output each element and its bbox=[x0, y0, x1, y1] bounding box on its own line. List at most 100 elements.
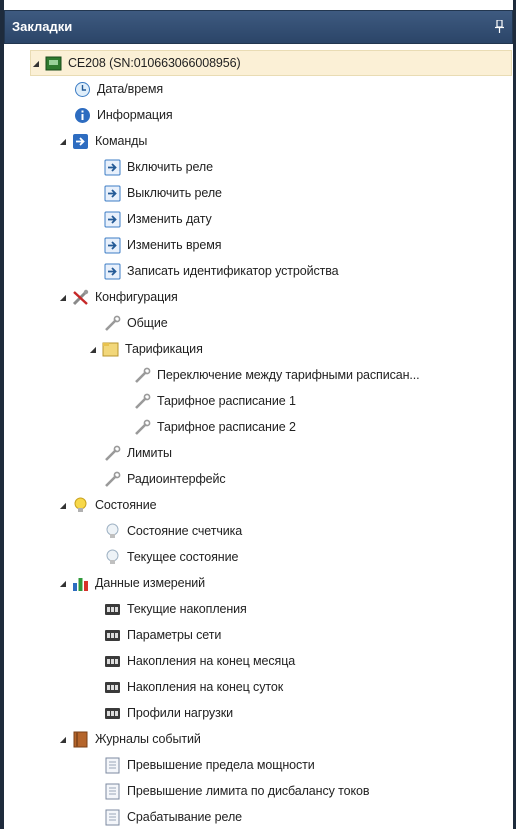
panel-titlebar: Закладки bbox=[4, 10, 513, 44]
document-icon bbox=[104, 783, 121, 800]
tree-item-label: Дата/время bbox=[97, 82, 164, 96]
tree-item-measurement[interactable]: Текущие накопления bbox=[104, 596, 247, 622]
collapse-arrow-icon[interactable]: ◢ bbox=[88, 344, 98, 354]
counter-display-icon bbox=[104, 627, 121, 644]
tree-item-label: Конфигурация bbox=[95, 290, 178, 304]
tree-item-label: Текущие накопления bbox=[127, 602, 247, 616]
tree-item-configuration[interactable]: ◢ Конфигурация bbox=[58, 284, 178, 310]
tree-item-command[interactable]: Выключить реле bbox=[104, 180, 222, 206]
tree-item-info[interactable]: Информация bbox=[74, 102, 173, 128]
tree-item-tariff[interactable]: Тарифное расписание 1 bbox=[134, 388, 296, 414]
tree-item-label: Изменить дату bbox=[127, 212, 212, 226]
bar-chart-icon bbox=[72, 575, 89, 592]
tools-icon bbox=[72, 289, 89, 306]
tree-item-label: Журналы событий bbox=[95, 732, 201, 746]
journal-book-icon bbox=[72, 731, 89, 748]
collapse-arrow-icon[interactable]: ◢ bbox=[58, 734, 68, 744]
tree-item-datetime[interactable]: Дата/время bbox=[74, 76, 163, 102]
tree-item-events[interactable]: ◢ Журналы событий bbox=[58, 726, 201, 752]
arrow-right-icon bbox=[104, 159, 121, 176]
lightbulb-icon bbox=[72, 497, 89, 514]
tree-item-command[interactable]: Изменить дату bbox=[104, 206, 212, 232]
wrench-icon bbox=[134, 367, 151, 384]
tree-item-label: Данные измерений bbox=[95, 576, 206, 590]
tree-item-label: Текущее состояние bbox=[127, 550, 239, 564]
tree-item-label: Параметры сети bbox=[127, 628, 222, 642]
lightbulb-off-icon bbox=[104, 523, 121, 540]
wrench-icon bbox=[104, 445, 121, 462]
tree-item-label: Изменить время bbox=[127, 238, 222, 252]
tree-item-label: Профили нагрузки bbox=[127, 706, 233, 720]
tree-item-label: Радиоинтерфейс bbox=[127, 472, 226, 486]
tree-item-label: CE208 (SN:010663066008956) bbox=[68, 56, 241, 70]
tree-item-measurement[interactable]: Накопления на конец месяца bbox=[104, 648, 295, 674]
bookmarks-panel: Закладки ◢ CE208 (SN:010663066008956) Да… bbox=[0, 0, 516, 829]
tree-item-label: Команды bbox=[95, 134, 148, 148]
counter-display-icon bbox=[104, 679, 121, 696]
arrow-right-icon bbox=[104, 237, 121, 254]
tree-item-measurement[interactable]: Профили нагрузки bbox=[104, 700, 233, 726]
tree-item-commands[interactable]: ◢ Команды bbox=[58, 128, 147, 154]
tree-item-event-log[interactable]: Превышение лимита по дисбалансу токов bbox=[104, 778, 369, 804]
folder-icon bbox=[102, 341, 119, 358]
tree-item-command[interactable]: Изменить время bbox=[104, 232, 221, 258]
tree-item-label: Записать идентификатор устройства bbox=[127, 264, 339, 278]
tree-item-config-limits[interactable]: Лимиты bbox=[104, 440, 172, 466]
collapse-arrow-icon[interactable]: ◢ bbox=[58, 500, 68, 510]
tree-item-label: Тарификация bbox=[125, 342, 203, 356]
bookmarks-tree: ◢ CE208 (SN:010663066008956) Дата/время … bbox=[8, 48, 513, 829]
document-icon bbox=[104, 809, 121, 826]
arrow-right-icon bbox=[104, 211, 121, 228]
collapse-arrow-icon[interactable]: ◢ bbox=[31, 58, 41, 68]
tree-item-config-general[interactable]: Общие bbox=[104, 310, 168, 336]
tree-item-measurements[interactable]: ◢ Данные измерений bbox=[58, 570, 205, 596]
collapse-arrow-icon[interactable]: ◢ bbox=[58, 292, 68, 302]
arrow-right-icon bbox=[104, 263, 121, 280]
tree-item-tariffication[interactable]: ◢ Тарификация bbox=[88, 336, 203, 362]
counter-display-icon bbox=[104, 601, 121, 618]
panel-title: Закладки bbox=[12, 19, 73, 34]
collapse-arrow-icon[interactable]: ◢ bbox=[58, 578, 68, 588]
tree-item-command[interactable]: Включить реле bbox=[104, 154, 213, 180]
tree-item-label: Превышение лимита по дисбалансу токов bbox=[127, 784, 370, 798]
tree-item-command[interactable]: Записать идентификатор устройства bbox=[104, 258, 339, 284]
tree-item-state-sub[interactable]: Состояние счетчика bbox=[104, 518, 242, 544]
tree-item-measurement[interactable]: Параметры сети bbox=[104, 622, 221, 648]
wrench-icon bbox=[104, 315, 121, 332]
tree-item-config-radio[interactable]: Радиоинтерфейс bbox=[104, 466, 226, 492]
counter-display-icon bbox=[104, 705, 121, 722]
panel-frame-left bbox=[0, 0, 4, 829]
tree-item-label: Переключение между тарифными расписан... bbox=[157, 368, 420, 382]
counter-display-icon bbox=[104, 653, 121, 670]
tree-item-label: Срабатывание реле bbox=[127, 810, 242, 824]
info-icon bbox=[74, 107, 91, 124]
tree-item-label: Состояние bbox=[95, 498, 157, 512]
tree-item-label: Накопления на конец месяца bbox=[127, 654, 296, 668]
tree-item-label: Состояние счетчика bbox=[127, 524, 243, 538]
pin-icon[interactable] bbox=[495, 20, 504, 33]
tree-item-label: Выключить реле bbox=[127, 186, 222, 200]
tree-item-label: Информация bbox=[97, 108, 173, 122]
tree-item-label: Превышение предела мощности bbox=[127, 758, 315, 772]
tree-item-state-sub[interactable]: Текущее состояние bbox=[104, 544, 238, 570]
lightbulb-off-icon bbox=[104, 549, 121, 566]
wrench-icon bbox=[104, 471, 121, 488]
tree-item-label: Включить реле bbox=[127, 160, 213, 174]
tree-item-device[interactable]: ◢ CE208 (SN:010663066008956) bbox=[30, 50, 512, 76]
tree-item-label: Лимиты bbox=[127, 446, 172, 460]
tree-item-label: Тарифное расписание 1 bbox=[157, 394, 296, 408]
tree-item-tariff[interactable]: Тарифное расписание 2 bbox=[134, 414, 296, 440]
arrow-right-icon bbox=[104, 185, 121, 202]
tree-item-measurement[interactable]: Накопления на конец суток bbox=[104, 674, 283, 700]
tree-item-label: Тарифное расписание 2 bbox=[157, 420, 296, 434]
wrench-icon bbox=[134, 419, 151, 436]
commands-folder-icon bbox=[72, 133, 89, 150]
tree-item-state[interactable]: ◢ Состояние bbox=[58, 492, 157, 518]
tree-item-event-log[interactable]: Превышение предела мощности bbox=[104, 752, 315, 778]
tree-item-tariff[interactable]: Переключение между тарифными расписан... bbox=[134, 362, 420, 388]
document-icon bbox=[104, 757, 121, 774]
clock-icon bbox=[74, 81, 91, 98]
collapse-arrow-icon[interactable]: ◢ bbox=[58, 136, 68, 146]
tree-item-label: Накопления на конец суток bbox=[127, 680, 284, 694]
tree-item-label: Общие bbox=[127, 316, 168, 330]
